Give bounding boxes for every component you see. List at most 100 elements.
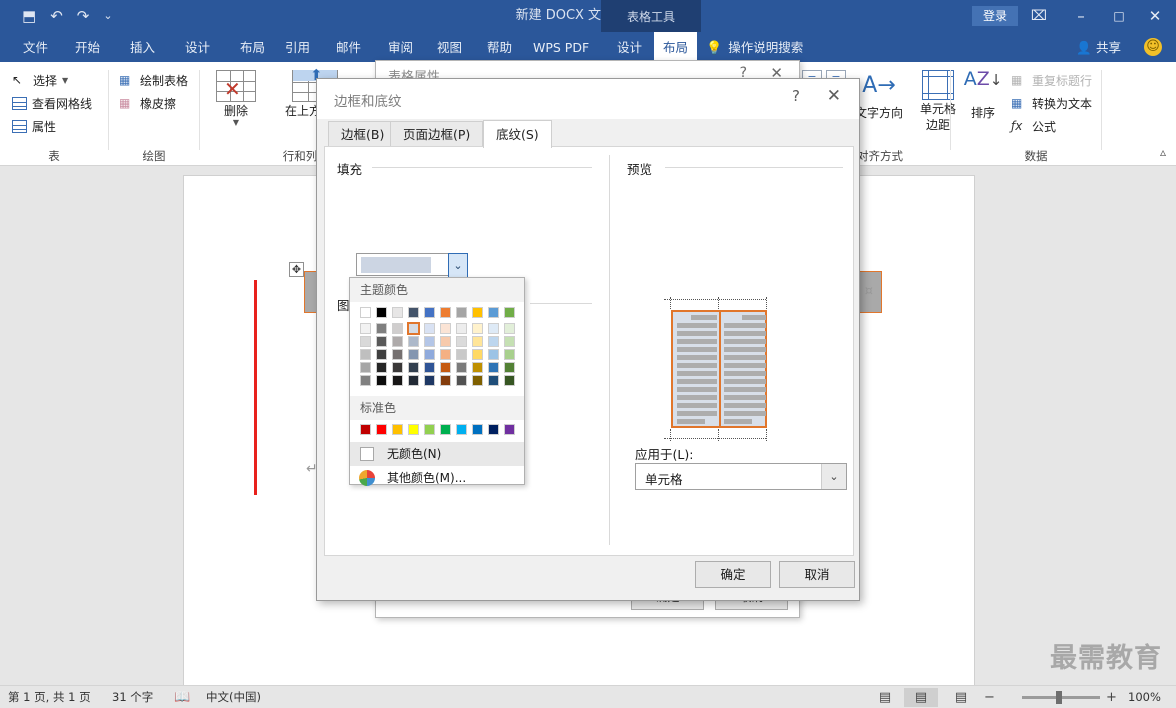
theme-variant-swatch-1-6[interactable] [456,336,467,347]
theme-variant-swatch-0-8[interactable] [488,323,499,334]
dialog-tab-shading[interactable]: 底纹(S) [483,120,552,148]
theme-color-swatch-1[interactable] [376,307,387,318]
ribbon-button-formula[interactable]: ƒx 公式 [1011,118,1056,135]
ribbon-button-properties[interactable]: 属性 [12,118,56,135]
theme-variant-swatch-4-4[interactable] [424,375,435,386]
dialog-tab-page-borders[interactable]: 页面边框(P) [390,121,484,147]
dialog-cancel-button[interactable]: 取消 [779,561,855,588]
dialog-ok-button[interactable]: 确定 [695,561,771,588]
share-button[interactable]: 👤 共享 [1076,32,1121,62]
theme-variant-swatch-3-1[interactable] [376,362,387,373]
theme-variant-swatch-1-1[interactable] [376,336,387,347]
theme-variant-swatch-0-6[interactable] [456,323,467,334]
theme-variant-swatch-0-5[interactable] [440,323,451,334]
theme-variant-swatch-4-8[interactable] [488,375,499,386]
tab-home[interactable]: 开始 [66,32,109,62]
no-color-menu-item[interactable]: 无颜色(N) [350,442,524,466]
theme-color-swatch-0[interactable] [360,307,371,318]
ribbon-display-options-icon[interactable]: ⌧ [1018,0,1060,32]
theme-variant-swatch-4-3[interactable] [408,375,419,386]
ribbon-button-select[interactable]: ↖ 选择 ▼ [12,72,68,89]
standard-color-swatch-7[interactable] [472,424,483,435]
fill-color-dropdown[interactable]: 主题颜色 标准色 无颜色(N) 其他颜色(M)... [349,277,525,486]
theme-variant-swatch-1-3[interactable] [408,336,419,347]
dialog-tab-borders[interactable]: 边框(B) [328,121,398,147]
ribbon-button-sort[interactable]: AZ↓ 排序 [959,70,1007,121]
theme-variant-swatch-2-7[interactable] [472,349,483,360]
tab-layout[interactable]: 布局 [231,32,274,62]
theme-variant-swatch-2-8[interactable] [488,349,499,360]
theme-variant-swatch-3-5[interactable] [440,362,451,373]
chevron-down-icon[interactable]: ⌄ [448,253,468,278]
theme-variant-swatch-4-6[interactable] [456,375,467,386]
theme-variant-swatch-0-4[interactable] [424,323,435,334]
chevron-down-icon[interactable]: ⌄ [821,464,846,489]
theme-color-swatch-6[interactable] [456,307,467,318]
apply-to-combobox[interactable]: 单元格 ⌄ [635,463,847,490]
theme-variant-swatch-1-0[interactable] [360,336,371,347]
theme-variant-swatch-2-5[interactable] [440,349,451,360]
theme-color-swatch-5[interactable] [440,307,451,318]
standard-color-swatch-3[interactable] [408,424,419,435]
print-layout-icon[interactable]: ▤ [904,688,938,707]
theme-variant-swatch-0-7[interactable] [472,323,483,334]
status-page-info[interactable]: 第 1 页, 共 1 页 [8,686,91,708]
theme-color-swatch-2[interactable] [392,307,403,318]
status-language[interactable]: 中文(中国) [206,686,261,708]
web-layout-icon[interactable]: ▤ [944,688,978,707]
borders-and-shading-dialog[interactable]: 边框和底纹 ? ✕ 边框(B) 页面边框(P) 底纹(S) 填充 ⌄ 图案 [316,78,860,601]
theme-variant-swatch-1-4[interactable] [424,336,435,347]
theme-variant-swatch-4-5[interactable] [440,375,451,386]
theme-variant-swatch-3-2[interactable] [392,362,403,373]
standard-color-swatch-2[interactable] [392,424,403,435]
theme-variant-swatch-3-7[interactable] [472,362,483,373]
theme-variant-swatch-1-2[interactable] [392,336,403,347]
tab-mailings[interactable]: 邮件 [327,32,370,62]
theme-variant-swatch-3-8[interactable] [488,362,499,373]
tab-file[interactable]: 文件 [14,32,57,62]
close-button[interactable]: ✕ [1134,0,1176,32]
theme-color-swatch-4[interactable] [424,307,435,318]
tab-references[interactable]: 引用 [276,32,319,62]
theme-colors-variant-grid[interactable] [358,322,518,387]
theme-variant-swatch-4-2[interactable] [392,375,403,386]
theme-color-swatch-9[interactable] [504,307,515,318]
tab-design[interactable]: 设计 [176,32,219,62]
standard-color-swatch-1[interactable] [376,424,387,435]
ribbon-button-convert-to-text[interactable]: ▦ 转换为文本 [1011,95,1092,112]
theme-variant-swatch-2-1[interactable] [376,349,387,360]
sign-in-button[interactable]: 登录 [972,6,1018,26]
ribbon-button-delete[interactable]: ✕ 删除 ▼ [205,70,267,127]
tab-insert[interactable]: 插入 [121,32,164,62]
theme-variant-swatch-3-6[interactable] [456,362,467,373]
standard-color-swatch-8[interactable] [488,424,499,435]
theme-variant-swatch-0-1[interactable] [376,323,387,334]
theme-variant-swatch-1-8[interactable] [488,336,499,347]
proofing-status-icon[interactable]: 📖 [174,686,190,708]
standard-color-swatch-9[interactable] [504,424,515,435]
status-word-count[interactable]: 31 个字 [112,686,153,708]
theme-color-swatch-8[interactable] [488,307,499,318]
theme-variant-swatch-3-9[interactable] [504,362,515,373]
theme-variant-swatch-2-9[interactable] [504,349,515,360]
zoom-out-button[interactable]: − [984,686,995,708]
feedback-smiley-icon[interactable]: ☺ [1144,38,1162,56]
theme-variant-swatch-1-9[interactable] [504,336,515,347]
tab-review[interactable]: 审阅 [379,32,422,62]
more-colors-menu-item[interactable]: 其他颜色(M)... [350,466,524,490]
theme-variant-swatch-2-0[interactable] [360,349,371,360]
standard-color-swatch-4[interactable] [424,424,435,435]
zoom-level-label[interactable]: 100% [1128,686,1161,708]
theme-colors-base-row[interactable] [358,306,518,319]
theme-color-swatch-3[interactable] [408,307,419,318]
standard-color-swatch-6[interactable] [456,424,467,435]
standard-color-swatch-0[interactable] [360,424,371,435]
ribbon-button-view-gridlines[interactable]: 查看网格线 [12,95,92,112]
theme-color-swatch-7[interactable] [472,307,483,318]
theme-variant-swatch-3-4[interactable] [424,362,435,373]
zoom-in-button[interactable]: + [1106,686,1117,708]
ribbon-button-draw-table[interactable]: ▦ 绘制表格 [119,72,188,89]
minimize-button[interactable]: – [1060,0,1102,32]
theme-variant-swatch-4-9[interactable] [504,375,515,386]
fill-color-combobox[interactable]: ⌄ [356,253,468,278]
